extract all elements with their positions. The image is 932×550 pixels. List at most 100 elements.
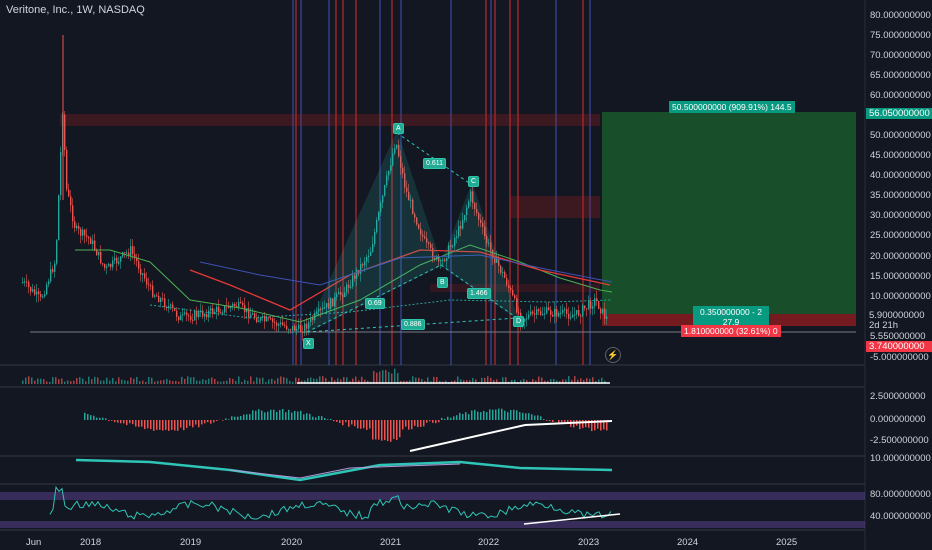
volume-bar <box>187 376 189 384</box>
macd-bar <box>384 420 386 441</box>
candle <box>146 278 148 285</box>
candle <box>48 281 50 285</box>
time-label: 2019 <box>180 537 202 548</box>
candle <box>70 196 72 206</box>
candle <box>112 260 114 268</box>
macd-bar <box>468 414 470 420</box>
macd-bar <box>585 420 587 428</box>
price-label: 25.000000000 <box>870 230 931 241</box>
volume-bar <box>388 371 390 384</box>
candle <box>258 320 260 323</box>
macd-bar <box>237 416 239 420</box>
volume-bar <box>280 376 282 384</box>
candle <box>270 318 272 320</box>
macd-bar <box>312 416 314 420</box>
macd-bar <box>132 420 134 425</box>
volume-bar <box>238 376 240 384</box>
macd-bar <box>480 412 482 420</box>
pattern-point-d[interactable]: D <box>513 316 525 327</box>
candle <box>190 316 192 320</box>
volume-bar <box>226 380 228 384</box>
volume-bar <box>214 378 216 384</box>
main-chart[interactable] <box>0 0 932 550</box>
candle <box>266 317 268 322</box>
macd-bar <box>366 420 368 431</box>
macd-bar <box>309 413 311 420</box>
volume-bar <box>76 377 78 384</box>
candle <box>272 318 274 323</box>
candle <box>304 323 306 333</box>
candle <box>176 310 178 317</box>
pattern-point-a[interactable]: A <box>393 123 404 134</box>
candle <box>594 298 596 307</box>
candle <box>58 195 60 241</box>
macd-bar <box>552 420 554 422</box>
candle <box>140 268 142 275</box>
macd-bar <box>540 416 542 420</box>
macd-bar <box>279 409 281 420</box>
candle <box>268 317 270 319</box>
macd-bar <box>315 417 317 420</box>
volume-bar <box>55 377 57 384</box>
volume-bar <box>289 380 291 384</box>
macd-bar <box>429 420 431 422</box>
volume-bar <box>118 377 120 384</box>
candle <box>586 308 588 310</box>
candle <box>306 323 308 329</box>
candle <box>222 312 224 314</box>
volume-bar <box>142 380 144 384</box>
candle <box>558 312 560 317</box>
candle <box>300 324 302 333</box>
pattern-point-b[interactable]: B <box>437 277 448 288</box>
macd-bar <box>411 420 413 430</box>
candle <box>288 329 290 331</box>
macd-bar <box>225 418 227 420</box>
candle <box>238 301 240 308</box>
macd-bar <box>117 420 119 423</box>
candle <box>108 263 110 267</box>
candle <box>94 240 96 250</box>
candle <box>40 294 42 297</box>
macd-bar <box>204 420 206 424</box>
stop-label[interactable]: 1.810000000 (32.61%) 0 <box>681 325 781 337</box>
macd-bar <box>369 420 371 429</box>
price-label: 60.000000000 <box>870 90 931 101</box>
candle <box>50 269 52 282</box>
macd-bar <box>504 410 506 420</box>
macd-bar <box>348 420 350 427</box>
macd-bar <box>582 420 584 429</box>
candle <box>198 312 200 318</box>
macd-bar <box>213 420 215 423</box>
candle <box>302 332 304 334</box>
volume-bar <box>154 381 156 384</box>
candle <box>210 308 212 311</box>
candle <box>512 290 514 296</box>
macd-bar <box>141 420 143 427</box>
candle <box>90 238 92 244</box>
volume-bar <box>112 378 114 384</box>
lightning-icon[interactable]: ⚡ <box>605 347 621 363</box>
volume-bar <box>190 377 192 384</box>
candle <box>564 309 566 311</box>
pattern-point-c[interactable]: C <box>468 176 480 187</box>
volume-bar <box>145 381 147 384</box>
macd-bar <box>534 415 536 420</box>
target-label[interactable]: 50.500000000 (909.91%) 144.5 <box>669 101 795 113</box>
price-label: 20.000000000 <box>870 251 931 262</box>
volume-bar <box>199 380 201 384</box>
candle <box>604 308 606 319</box>
volume-bar <box>25 377 27 384</box>
candle <box>138 261 140 269</box>
pattern-point-x[interactable]: X <box>303 338 314 349</box>
macd-bar <box>201 420 203 425</box>
candle <box>548 307 550 310</box>
macd-bar <box>351 420 353 425</box>
macd-bar <box>363 420 365 429</box>
candle <box>540 311 542 315</box>
candle <box>572 314 574 318</box>
candle <box>524 318 526 322</box>
macd-bar <box>243 414 245 420</box>
support-zone <box>430 284 600 292</box>
macd-bar <box>444 418 446 420</box>
price-axis-bottom-label: -5.000000000 <box>870 352 929 363</box>
